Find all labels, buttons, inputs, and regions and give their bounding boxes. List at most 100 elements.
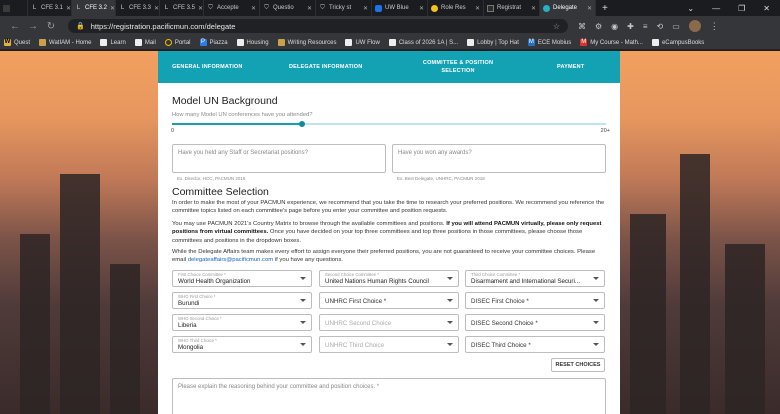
bookmark[interactable]: Mail (134, 39, 156, 46)
new-tab-icon[interactable]: + (596, 3, 614, 14)
tab-label: CFE 3.1 (41, 5, 64, 11)
extension-icon[interactable]: ◉ (611, 22, 618, 31)
close-icon[interactable]: ✕ (416, 5, 424, 12)
sidebar-icon[interactable]: ▭ (672, 22, 680, 31)
bookmark-label: Learn (110, 39, 126, 46)
conferences-slider[interactable] (172, 121, 606, 127)
step-committee-position[interactable]: COMMITTEE & POSITION SELECTION (395, 59, 522, 75)
bookmark[interactable]: UW Flow (345, 39, 380, 46)
close-icon[interactable]: ✕ (195, 5, 203, 12)
browser-tab[interactable]: L CFE 3.5 ✕ (160, 0, 204, 16)
bookmark-star-icon[interactable]: ☆ (553, 22, 560, 31)
third-committee-select[interactable]: Third Choice Committee * Disarmament and… (465, 270, 605, 287)
tab-label: Tricky st (329, 5, 352, 11)
lock-icon[interactable]: 🔒 (76, 22, 85, 30)
unhrc-second-choice-select[interactable]: UNHRC Second Choice (319, 314, 459, 331)
bookmark[interactable]: Housing (236, 39, 269, 46)
learn-icon: L (164, 4, 169, 11)
browser-tab[interactable]: Role Res ✕ (428, 0, 484, 16)
browser-tab[interactable]: L CFE 3.3 ✕ (116, 0, 160, 16)
staff-positions-hint: Ex. Director, HCC, PACMUN 2018 (177, 176, 246, 181)
close-icon[interactable]: ✕ (151, 5, 159, 12)
step-delegate-information[interactable]: DELEGATE INFORMATION (257, 63, 395, 71)
select-placeholder: DISEC Second Choice * (471, 320, 538, 327)
close-icon[interactable]: ✕ (360, 5, 368, 12)
close-icon[interactable]: ✕ (248, 5, 256, 12)
chevron-down-icon[interactable]: ⌄ (687, 4, 694, 13)
unhrc-third-choice-select[interactable]: UNHRC Third Choice (319, 336, 459, 353)
first-committee-select[interactable]: First Choice Committee * World Health Or… (172, 270, 312, 287)
avatar[interactable] (688, 20, 701, 32)
page-background: GENERAL INFORMATION DELEGATE INFORMATION… (0, 51, 780, 414)
more-menu-icon[interactable]: ⋮ (710, 21, 719, 32)
bookmark-label: Quest (14, 39, 31, 46)
disec-second-choice-select[interactable]: DISEC Second Choice * (465, 314, 605, 331)
tab-menu[interactable] (0, 0, 28, 16)
select-value: Liberia (178, 322, 197, 329)
close-icon[interactable]: ✕ (63, 5, 71, 12)
awards-field[interactable]: Have you won any awards? (392, 144, 606, 173)
bookmark[interactable]: WatIAM - Home (39, 39, 91, 46)
puzzle-icon[interactable]: ✚ (627, 22, 634, 31)
minimize-icon[interactable]: — (712, 4, 720, 13)
bookmark-label: ECE Mobius (537, 39, 572, 46)
browser-tab-active[interactable]: Delegate ✕ (540, 0, 596, 16)
bookmark[interactable]: W Quest (4, 39, 30, 46)
bookmark-label: My Course - Math... (590, 39, 643, 46)
url-text[interactable]: https://registration.pacificmun.com/dele… (91, 22, 236, 31)
select-placeholder: UNHRC First Choice * (325, 298, 387, 305)
history-icon[interactable]: ⟲ (657, 22, 664, 31)
browser-tab[interactable]: L CFE 3.2 ✕ (72, 0, 116, 16)
page-icon (651, 39, 659, 46)
select-value: World Health Organization (178, 278, 251, 285)
reasoning-field[interactable]: Please explain the reasoning behind your… (172, 378, 606, 414)
disec-third-choice-select[interactable]: DISEC Third Choice * (465, 336, 605, 353)
bookmark[interactable]: Learn (100, 39, 126, 46)
forward-icon[interactable]: → (24, 21, 42, 32)
extension-icon[interactable]: ⌘ (578, 22, 586, 31)
browser-tab[interactable]: L CFE 3.1 ✕ (28, 0, 72, 16)
media-icon[interactable]: ≡ (643, 22, 648, 31)
bookmark[interactable]: Lobby | Top Hat (467, 39, 519, 46)
second-committee-select[interactable]: Second Choice Committee * United Nations… (319, 270, 459, 287)
bookmark[interactable]: Portal (164, 39, 191, 46)
close-icon[interactable]: ✕ (472, 5, 480, 12)
unhrc-first-choice-select[interactable]: UNHRC First Choice * (319, 292, 459, 309)
bookmark[interactable]: M ECE Mobius (527, 39, 572, 46)
close-window-icon[interactable]: ✕ (763, 4, 770, 13)
close-icon[interactable]: ✕ (304, 5, 312, 12)
back-icon[interactable]: ← (6, 21, 24, 32)
bookmark[interactable]: M My Course - Math... (580, 39, 643, 46)
browser-tab[interactable]: ⛉ Questio ✕ (260, 0, 316, 16)
browser-tab[interactable]: ⛉ Accepte ✕ (204, 0, 260, 16)
email-link[interactable]: delegateaffairs@pacificmun.com (188, 257, 273, 263)
disec-first-choice-select[interactable]: DISEC First Choice * (465, 292, 605, 309)
browser-tab[interactable]: UW Blue ✕ (372, 0, 428, 16)
step-payment[interactable]: PAYMENT (521, 63, 620, 71)
bookmark[interactable]: Class of 2026 1A | S... (388, 39, 458, 46)
bookmark[interactable]: P Piazza (199, 39, 228, 46)
select-label: Third Choice Committee * (471, 272, 521, 277)
bookmark[interactable]: Writing Resources (277, 39, 336, 46)
bookmark[interactable]: eCampusBooks (651, 39, 704, 46)
close-icon[interactable]: ✕ (107, 5, 115, 12)
extension-icon[interactable]: ⚙ (595, 22, 602, 31)
reset-choices-button[interactable]: RESET CHOICES (551, 358, 605, 372)
close-icon[interactable]: ✕ (528, 5, 536, 12)
who-first-choice-select[interactable]: WHO First Choice * Burundi (172, 292, 312, 309)
address-bar[interactable]: 🔒 https://registration.pacificmun.com/de… (68, 19, 568, 33)
select-label: WHO Third Choice * (178, 338, 217, 343)
who-third-choice-select[interactable]: WHO Third Choice * Mongolia (172, 336, 312, 353)
browser-tab[interactable]: ⛉ Tricky st ✕ (316, 0, 372, 16)
step-general-information[interactable]: GENERAL INFORMATION (158, 63, 257, 71)
slider-thumb[interactable] (299, 121, 306, 127)
maximize-icon[interactable]: ❐ (738, 4, 745, 13)
learn-icon: L (76, 4, 81, 11)
reload-icon[interactable]: ↻ (42, 21, 60, 32)
dropdown-arrow-icon (300, 299, 306, 302)
staff-positions-field[interactable]: Have you held any Staff or Secretariat p… (172, 144, 386, 173)
close-icon[interactable]: ✕ (584, 5, 592, 12)
slider-max-label: 20+ (600, 128, 610, 134)
browser-tab[interactable]: Registrat ✕ (484, 0, 540, 16)
who-second-choice-select[interactable]: WHO Second Choice * Liberia (172, 314, 312, 331)
